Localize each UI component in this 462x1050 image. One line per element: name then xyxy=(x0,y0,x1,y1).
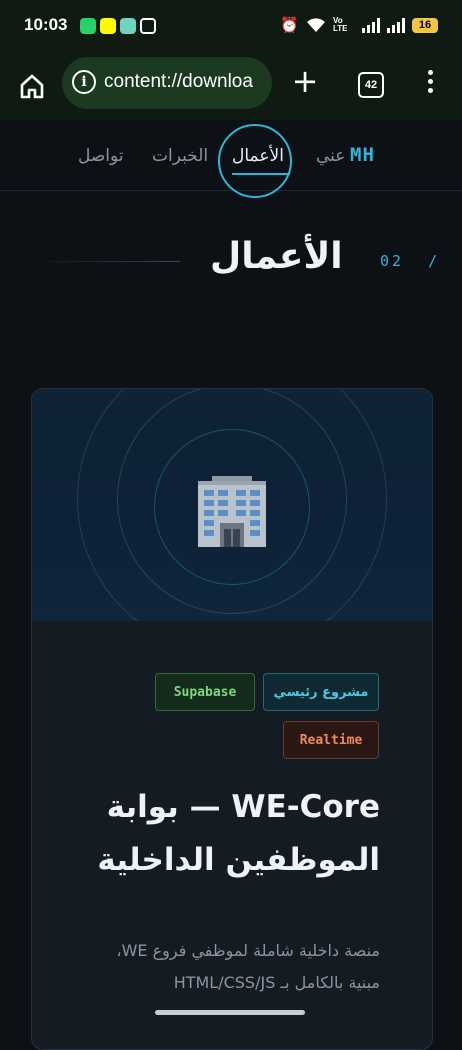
nav-item-work[interactable]: الأعمال xyxy=(232,146,284,166)
tag-featured: مشروع رئيسي xyxy=(263,673,379,711)
section-number: 02 / xyxy=(380,252,440,270)
status-indicators: ⏰ Vo LTE 16 xyxy=(280,16,438,34)
wifi-icon xyxy=(307,18,325,32)
tag-realtime-label: Realtime xyxy=(299,732,363,748)
section-separator: / xyxy=(428,252,441,270)
info-icon[interactable]: i xyxy=(72,70,96,94)
status-bar: 10:03 ⏰ Vo LTE 16 xyxy=(0,0,462,54)
download-icon xyxy=(120,18,136,34)
tag-featured-label: مشروع رئيسي xyxy=(273,684,369,700)
battery-level: 16 xyxy=(418,19,432,31)
project-card[interactable]: مشروع رئيسي Supabase Realtime WE-Core — … xyxy=(31,388,433,1050)
project-description: منصة داخلية شاملة لموظفي فروع WE، مبنية … xyxy=(116,941,380,992)
battery-icon: 16 xyxy=(412,17,438,33)
tag-realtime: Realtime xyxy=(283,721,379,759)
section-number-value: 02 xyxy=(380,252,405,270)
section-divider xyxy=(30,261,180,262)
url-text[interactable]: content://downloa xyxy=(104,71,253,93)
nav-item-about[interactable]: عني xyxy=(316,146,345,166)
nav-item-contact[interactable]: تواصل xyxy=(78,146,124,166)
tag-supabase-label: Supabase xyxy=(173,684,237,700)
home-indicator[interactable] xyxy=(155,1010,305,1015)
gmail-icon xyxy=(140,18,156,34)
browser-toolbar: i content://downloa + 42 xyxy=(0,54,462,120)
project-hero xyxy=(32,389,432,621)
address-bar[interactable]: i content://downloa xyxy=(62,57,272,109)
nav-active-underline xyxy=(232,173,290,175)
new-tab-button[interactable]: + xyxy=(290,65,320,97)
home-icon[interactable] xyxy=(18,72,46,100)
nav-item-experience[interactable]: الخبرات xyxy=(152,146,208,166)
signal-icon xyxy=(362,17,380,33)
network-label: Vo LTE xyxy=(333,16,348,33)
site-logo[interactable]: MH xyxy=(350,144,375,166)
snapchat-icon xyxy=(100,18,116,34)
tag-supabase: Supabase xyxy=(155,673,255,711)
project-title[interactable]: WE-Core — بوابة الموظفين الداخلية xyxy=(50,781,380,887)
signal-icon xyxy=(387,17,405,33)
tab-count: 42 xyxy=(364,79,378,91)
tab-switcher-button[interactable]: 42 xyxy=(358,72,384,98)
office-building-icon xyxy=(198,476,266,547)
more-menu-icon[interactable] xyxy=(424,70,436,98)
alarm-icon: ⏰ xyxy=(280,17,299,34)
status-time: 10:03 xyxy=(24,15,68,34)
site-navigation: MH عني الأعمال الخبرات تواصل xyxy=(0,120,462,198)
section-title: الأعمال xyxy=(210,236,343,277)
whatsapp-icon xyxy=(80,18,96,34)
